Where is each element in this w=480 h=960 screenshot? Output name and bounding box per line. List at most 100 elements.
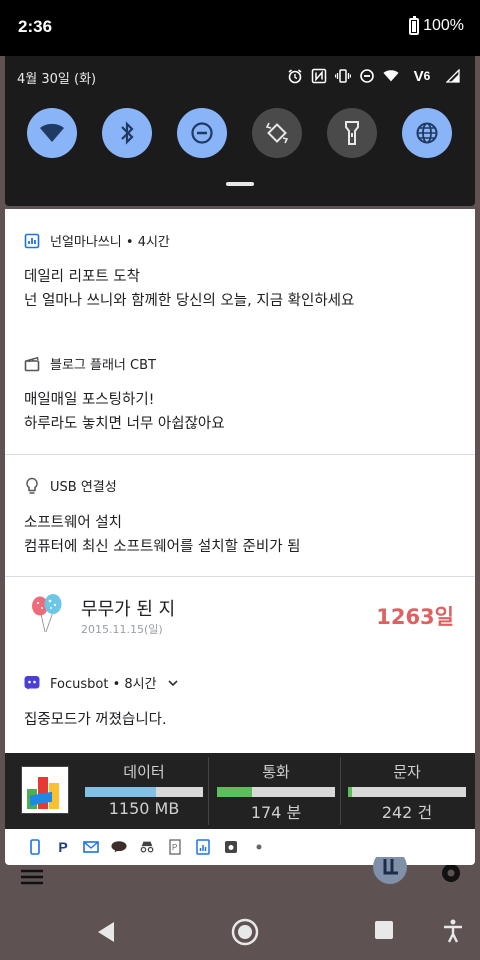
app-name: 블로그 플래너 CBT [50,358,156,373]
signal-icon [445,68,461,84]
wifi-icon [383,68,399,84]
recents-icon [375,921,393,939]
notification-title: 소프트웨어 설치 [24,515,122,531]
volte-icon: V6 [413,67,431,85]
dnd-icon [191,122,213,144]
status-right: 100% [409,15,464,35]
separator [340,757,341,825]
call-value: 174 분 [250,803,302,822]
notification-body: 넌 얼마나 쓰니와 함께한 당신의 오늘, 지금 확인하세요 [24,293,355,309]
clapper-icon [24,356,40,371]
notification-header[interactable]: USB 연결성 [24,476,117,495]
sms-bar-fill [348,787,352,797]
navigation-bar [0,905,480,960]
quick-tiles [27,108,452,158]
back-icon [98,922,114,942]
chart-app-icon [24,233,40,248]
flashlight-icon [345,121,359,145]
dnd-tile[interactable] [177,108,227,158]
notification-list: 넌얼마나쓰니 • 4시간 데일리 리포트 도착 넌 얼마나 쓰니와 함께한 당신… [5,209,475,753]
battery-icon [409,15,420,35]
dnd-icon [359,68,375,84]
divider [5,576,475,577]
bluetooth-tile[interactable] [102,108,152,158]
sms-value: 242 건 [381,803,433,822]
autorotate-tile[interactable] [252,108,302,158]
sms-bar [348,787,466,797]
data-value: 1150 MB [108,799,180,818]
call-label: 통화 [262,763,290,781]
status-bar: 2:36 100% [0,0,480,56]
svg-text:P: P [172,843,177,852]
globe-icon [416,122,438,144]
usage-widget[interactable]: 데이터 1150 MB 통화 174 분 문자 242 건 [5,753,475,829]
nfc-icon [311,68,327,84]
photo-icon [223,839,239,855]
app-logo-icon [373,857,407,884]
call-bar-fill [217,787,253,797]
bluetooth-icon [121,121,134,145]
notification-body: 컴퓨터에 최신 소프트웨어를 설치할 준비가 됨 [24,539,301,555]
wifi-tile[interactable] [27,108,77,158]
chevron-down-icon[interactable] [167,677,179,689]
qs-status-icons: V6 [287,67,461,85]
data-label: 데이터 [123,763,165,781]
notification-title: 데일리 리포트 도착 [24,269,140,285]
dday-count: 1263일 [376,605,454,629]
app-name: USB 연결성 [50,480,117,495]
app-name: 넌얼마나쓰니 [50,235,122,250]
notification-header[interactable]: 블로그 플래너 CBT [24,354,156,373]
mail-icon [83,839,99,855]
background-app [0,857,480,905]
call-usage: 통화 174 분 [213,757,339,825]
recents-button[interactable] [375,921,393,939]
notification-body: 집중모드가 꺼졌습니다. [24,712,167,728]
sms-label: 문자 [393,763,421,781]
call-bar [217,787,335,797]
notification-header[interactable]: Focusbot • 8시간 [24,673,179,692]
parking-icon: P [167,839,183,855]
app-name: Focusbot [50,677,109,692]
data-bar [85,787,203,797]
notification-body: 하루라도 놓치면 너무 아쉽잖아요 [24,416,225,432]
dday-title: 무무가 된 지 [81,599,176,620]
back-button[interactable] [96,921,116,943]
talk-icon [111,839,127,855]
rotate-icon [265,122,289,144]
accessibility-icon [444,919,462,943]
battery-level: 100% [423,17,464,34]
balloons-icon [32,594,62,633]
paypal-icon: P [58,839,68,855]
focusbot-icon [24,675,40,689]
wifi-icon [40,123,64,142]
notification-time: 8시간 [124,677,157,692]
data-bar-fill [85,787,156,797]
qs-date: 4월 30일 (화) [17,72,97,87]
home-icon [231,918,259,946]
usage-app-icon [21,766,69,814]
lightbulb-icon [26,477,38,494]
menu-icon [21,869,43,885]
data-usage: 데이터 1150 MB [81,757,207,825]
notification-title: 매일매일 포스팅하기! [24,392,155,408]
incognito-icon [139,839,155,855]
dot-icon [251,839,267,855]
sms-usage: 문자 242 건 [344,757,470,825]
drag-handle[interactable] [226,182,254,186]
divider [5,454,475,455]
separator [208,757,209,825]
phone-icon [27,839,43,855]
report-icon [195,839,211,855]
home-button[interactable] [231,918,259,946]
notification-header[interactable]: 넌얼마나쓰니 • 4시간 [24,231,170,250]
dday-date: 2015.11.15(일) [81,623,163,636]
quick-settings-panel: 4월 30일 (화) V6 [5,56,475,206]
vibrate-icon [335,68,351,84]
settings-icon [442,865,460,882]
alarm-icon [287,68,303,84]
flashlight-tile[interactable] [327,108,377,158]
accessibility-button[interactable] [443,919,463,943]
notification-time: 4시간 [137,235,170,250]
clock: 2:36 [18,17,53,36]
globe-tile[interactable] [402,108,452,158]
